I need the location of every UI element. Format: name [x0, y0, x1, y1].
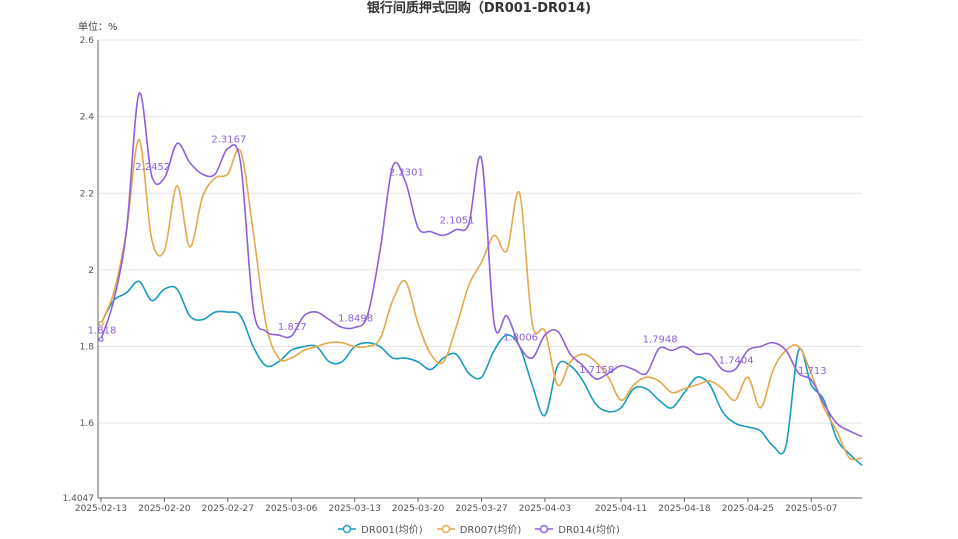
x-tick-label: 2025-03-20: [392, 504, 445, 514]
data-label: 1.827: [278, 322, 307, 333]
data-label: 1.7404: [719, 355, 754, 366]
x-tick-label: 2025-03-06: [265, 504, 318, 514]
y-tick-label: 2.2: [80, 189, 94, 199]
data-label: 2.1051: [440, 216, 475, 227]
legend-line-circle-icon: [436, 524, 455, 533]
y-tick-label: 1.4047: [63, 494, 95, 504]
legend-line-circle-icon: [338, 524, 357, 533]
line-chart: 1.4047 1.6 1.8 2 2.2 2.4 2.6 2025-02-13 2025-02-…: [63, 36, 863, 514]
x-tick-label: 2025-03-27: [455, 504, 507, 514]
legend-label: DR014(均价): [558, 525, 620, 536]
data-label: 1.7948: [643, 335, 678, 346]
series-point: [98, 336, 104, 342]
data-label: 1.818: [88, 325, 117, 336]
legend-label: DR007(均价): [459, 525, 522, 536]
y-tick-label: 2.4: [80, 113, 95, 123]
x-tick-label: 2025-02-13: [75, 504, 127, 514]
legend-item-2[interactable]: DR007(均价): [436, 521, 522, 536]
legend-line-circle-icon: [535, 524, 554, 533]
data-label: 1.7158: [579, 365, 614, 376]
x-tick-label: 2025-02-20: [138, 504, 191, 514]
data-label: 2.2301: [389, 168, 424, 179]
chart-legend[interactable]: DR001(均价) DR007(均价) DR014(均价): [0, 521, 958, 536]
x-tick-label: 2025-02-27: [202, 504, 254, 514]
x-tick-label: 2025-03-13: [329, 504, 381, 514]
y-tick-label: 1.8: [80, 343, 95, 353]
x-tick-label: 2025-04-18: [658, 504, 711, 514]
data-label: 1.8006: [503, 332, 538, 343]
x-tick-label: 2025-05-07: [785, 504, 837, 514]
legend-label: DR001(均价): [361, 525, 423, 536]
series-line-2: [100, 138, 863, 461]
legend-item-1[interactable]: DR001(均价): [338, 521, 423, 536]
data-label: 1.713: [798, 366, 827, 377]
y-tick-label: 1.6: [80, 419, 95, 429]
y-tick-label: 2: [88, 266, 94, 276]
data-label: 1.8498: [338, 313, 373, 324]
data-label: 2.3167: [211, 135, 246, 146]
x-tick-label: 2025-04-03: [519, 504, 571, 514]
legend-item-3[interactable]: DR014(均价): [535, 521, 620, 536]
y-tick-label: 2.6: [80, 36, 95, 46]
x-tick-label: 2025-04-11: [595, 504, 647, 514]
series-line-1: [100, 280, 863, 466]
data-label: 2.2452: [135, 162, 170, 173]
x-tick-label: 2025-04-25: [722, 504, 774, 514]
